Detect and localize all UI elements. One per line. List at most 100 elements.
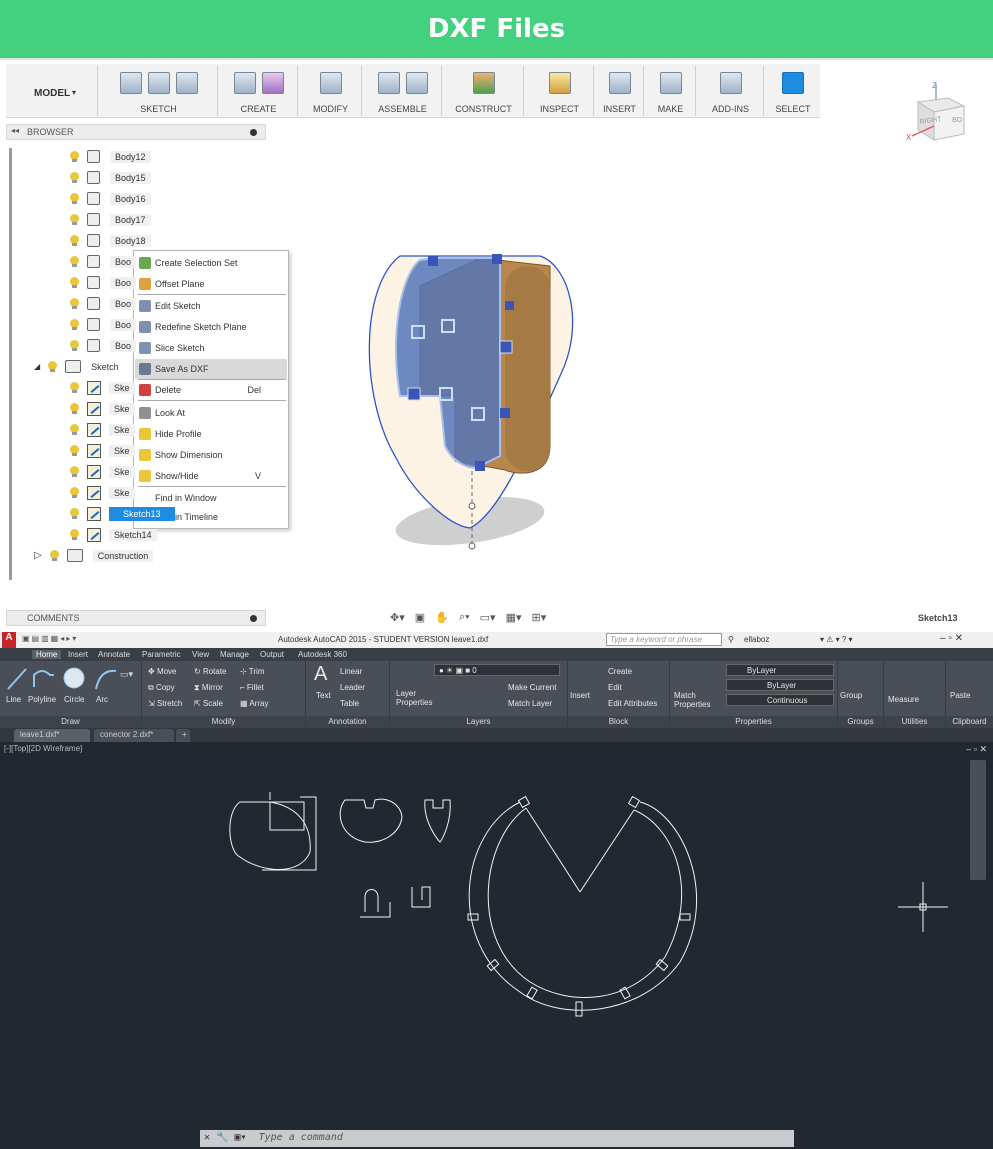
group-tool[interactable]: Group: [840, 691, 862, 700]
expand-triangle-icon[interactable]: ▷: [34, 550, 42, 561]
circle-tool[interactable]: Circle: [64, 695, 84, 704]
match-properties-tool[interactable]: Match Properties: [674, 691, 710, 709]
browser-body-item[interactable]: Boo: [70, 253, 137, 270]
panel-label[interactable]: Clipboard: [946, 716, 993, 728]
visibility-bulb-icon[interactable]: [70, 171, 79, 184]
command-line-icons[interactable]: ✕ 🔧 ▣▾: [204, 1132, 247, 1143]
visibility-bulb-icon[interactable]: [70, 402, 79, 415]
visibility-bulb-icon[interactable]: [70, 381, 79, 394]
command-line[interactable]: ✕ 🔧 ▣▾ Type a command: [200, 1130, 794, 1147]
quick-access-icons[interactable]: ▣▤▥▦◂▸▾: [22, 634, 78, 643]
doc-tab-leave1[interactable]: leave1.dxf*: [14, 729, 90, 742]
browser-sketch-item[interactable]: Ske: [70, 421, 135, 438]
ribbon-tab-home[interactable]: Home: [32, 650, 62, 659]
browser-body-item[interactable]: Body15: [70, 169, 151, 186]
toolbar-group-select[interactable]: SELECT: [766, 66, 820, 116]
new-tab-button[interactable]: +: [176, 729, 190, 742]
ribbon-tab-insert[interactable]: Insert: [68, 650, 88, 659]
visibility-bulb-icon[interactable]: [70, 213, 79, 226]
measure-tool[interactable]: Measure: [888, 695, 919, 704]
browser-body-item[interactable]: Body18: [70, 232, 151, 249]
ribbon-tab-manage[interactable]: Manage: [220, 650, 249, 659]
visibility-bulb-icon[interactable]: [70, 297, 79, 310]
panel-label[interactable]: Properties: [670, 716, 837, 728]
workspace-switcher[interactable]: MODEL ▾: [6, 66, 98, 116]
view-cube[interactable]: Z X RIGHT BO: [906, 82, 970, 144]
color-dropdown[interactable]: ByLayer: [726, 664, 834, 676]
browser-body-item[interactable]: Body16: [70, 190, 151, 207]
collapse-triangle-icon[interactable]: ◢: [34, 362, 40, 371]
zoom-icon[interactable]: ⌕▾: [459, 611, 470, 624]
collapse-icon[interactable]: ◂◂: [11, 126, 19, 135]
array-tool[interactable]: ▦ Array: [240, 699, 268, 708]
command-input[interactable]: Type a command: [259, 1132, 343, 1143]
browser-body-item[interactable]: Boo: [70, 295, 137, 312]
text-tool[interactable]: Text: [316, 691, 331, 700]
browser-body-item[interactable]: Body12: [70, 148, 151, 165]
linear-tool[interactable]: Linear: [340, 667, 362, 676]
panel-label[interactable]: Modify: [142, 716, 305, 728]
browser-sketch-item[interactable]: Sketch14: [70, 526, 157, 543]
browser-body-item[interactable]: Boo: [70, 316, 137, 333]
model-viewport[interactable]: [360, 246, 590, 576]
help-icons[interactable]: ▾ ⚠ ▾ ? ▾: [820, 635, 853, 644]
linetype-dropdown[interactable]: ByLayer: [726, 679, 834, 691]
doc-tab-conector[interactable]: conector 2.dxf*: [94, 729, 174, 742]
browser-construction-folder[interactable]: ▷ Construction: [34, 547, 154, 564]
make-current-tool[interactable]: Make Current: [508, 683, 556, 692]
lineweight-dropdown[interactable]: Continuous: [726, 694, 834, 706]
menu-item-save-as-dxf[interactable]: Save As DXF: [135, 359, 287, 379]
grid-icon[interactable]: ▦▾: [506, 611, 522, 624]
visibility-bulb-icon[interactable]: [70, 255, 79, 268]
toolbar-group-inspect[interactable]: INSPECT: [526, 66, 594, 116]
autocad-logo-icon[interactable]: A: [2, 632, 16, 648]
browser-sketch-item[interactable]: Ske: [70, 379, 135, 396]
visibility-bulb-icon[interactable]: [70, 423, 79, 436]
ribbon-tab-autodesk-360[interactable]: Autodesk 360: [298, 650, 347, 659]
comments-header[interactable]: COMMENTS: [6, 610, 266, 626]
browser-sketch-item[interactable]: Ske: [70, 484, 135, 501]
visibility-bulb-icon[interactable]: [70, 465, 79, 478]
match-layer-tool[interactable]: Match Layer: [508, 699, 552, 708]
browser-sketches-folder[interactable]: ◢ Sketch: [34, 358, 119, 375]
visibility-bulb-icon[interactable]: [70, 192, 79, 205]
panel-label[interactable]: Block: [568, 716, 669, 728]
visibility-bulb-icon[interactable]: [70, 444, 79, 457]
toolbar-group-insert[interactable]: INSERT: [596, 66, 644, 116]
ribbon-tab-parametric[interactable]: Parametric: [142, 650, 181, 659]
menu-item-offset-plane[interactable]: Offset Plane: [135, 274, 287, 294]
ribbon-tab-annotate[interactable]: Annotate: [98, 650, 130, 659]
ribbon-tab-view[interactable]: View: [192, 650, 209, 659]
orbit-icon[interactable]: ✥▾: [390, 611, 405, 624]
menu-item-delete[interactable]: Delete Del: [135, 380, 287, 400]
browser-sketch-item[interactable]: Ske: [70, 442, 135, 459]
mirror-tool[interactable]: ⧗ Mirror: [194, 683, 223, 693]
toolbar-group-sketch[interactable]: SKETCH: [100, 66, 218, 116]
browser-body-item[interactable]: Body17: [70, 211, 151, 228]
browser-body-item[interactable]: Boo: [70, 274, 137, 291]
browser-sketch-item[interactable]: Ske: [70, 400, 135, 417]
menu-item-edit-sketch[interactable]: Edit Sketch: [135, 296, 287, 316]
menu-item-redefine-sketch-plane[interactable]: Redefine Sketch Plane: [135, 317, 287, 337]
toolbar-group-addins[interactable]: ADD-INS: [698, 66, 764, 116]
menu-item-look-at[interactable]: Look At: [135, 403, 287, 423]
rotate-tool[interactable]: ↻ Rotate: [194, 667, 227, 676]
menu-item-slice-sketch[interactable]: Slice Sketch: [135, 338, 287, 358]
copy-tool[interactable]: ⧉ Copy: [148, 683, 175, 693]
toolbar-group-create[interactable]: CREATE: [220, 66, 298, 116]
visibility-bulb-icon[interactable]: [70, 318, 79, 331]
visibility-bulb-icon[interactable]: [49, 549, 59, 562]
browser-body-item[interactable]: Boo: [70, 337, 137, 354]
fillet-tool[interactable]: ⌐ Fillet: [240, 683, 264, 692]
polyline-tool[interactable]: Polyline: [28, 695, 56, 704]
trim-tool[interactable]: ⊹ Trim: [240, 667, 264, 676]
window-controls[interactable]: – ▫ ✕: [940, 633, 963, 644]
display-settings-icon[interactable]: ▭▾: [480, 611, 496, 624]
browser-sketch-item[interactable]: Ske: [70, 463, 135, 480]
layer-properties-tool[interactable]: Layer Properties: [396, 689, 432, 707]
text-icon[interactable]: A: [314, 663, 327, 686]
layer-dropdown[interactable]: ● ☀ ▣ ■ 0: [434, 664, 560, 676]
browser-header[interactable]: ◂◂ BROWSER: [6, 124, 266, 140]
look-at-icon[interactable]: ▣: [415, 611, 425, 624]
pin-icon[interactable]: [250, 615, 257, 622]
